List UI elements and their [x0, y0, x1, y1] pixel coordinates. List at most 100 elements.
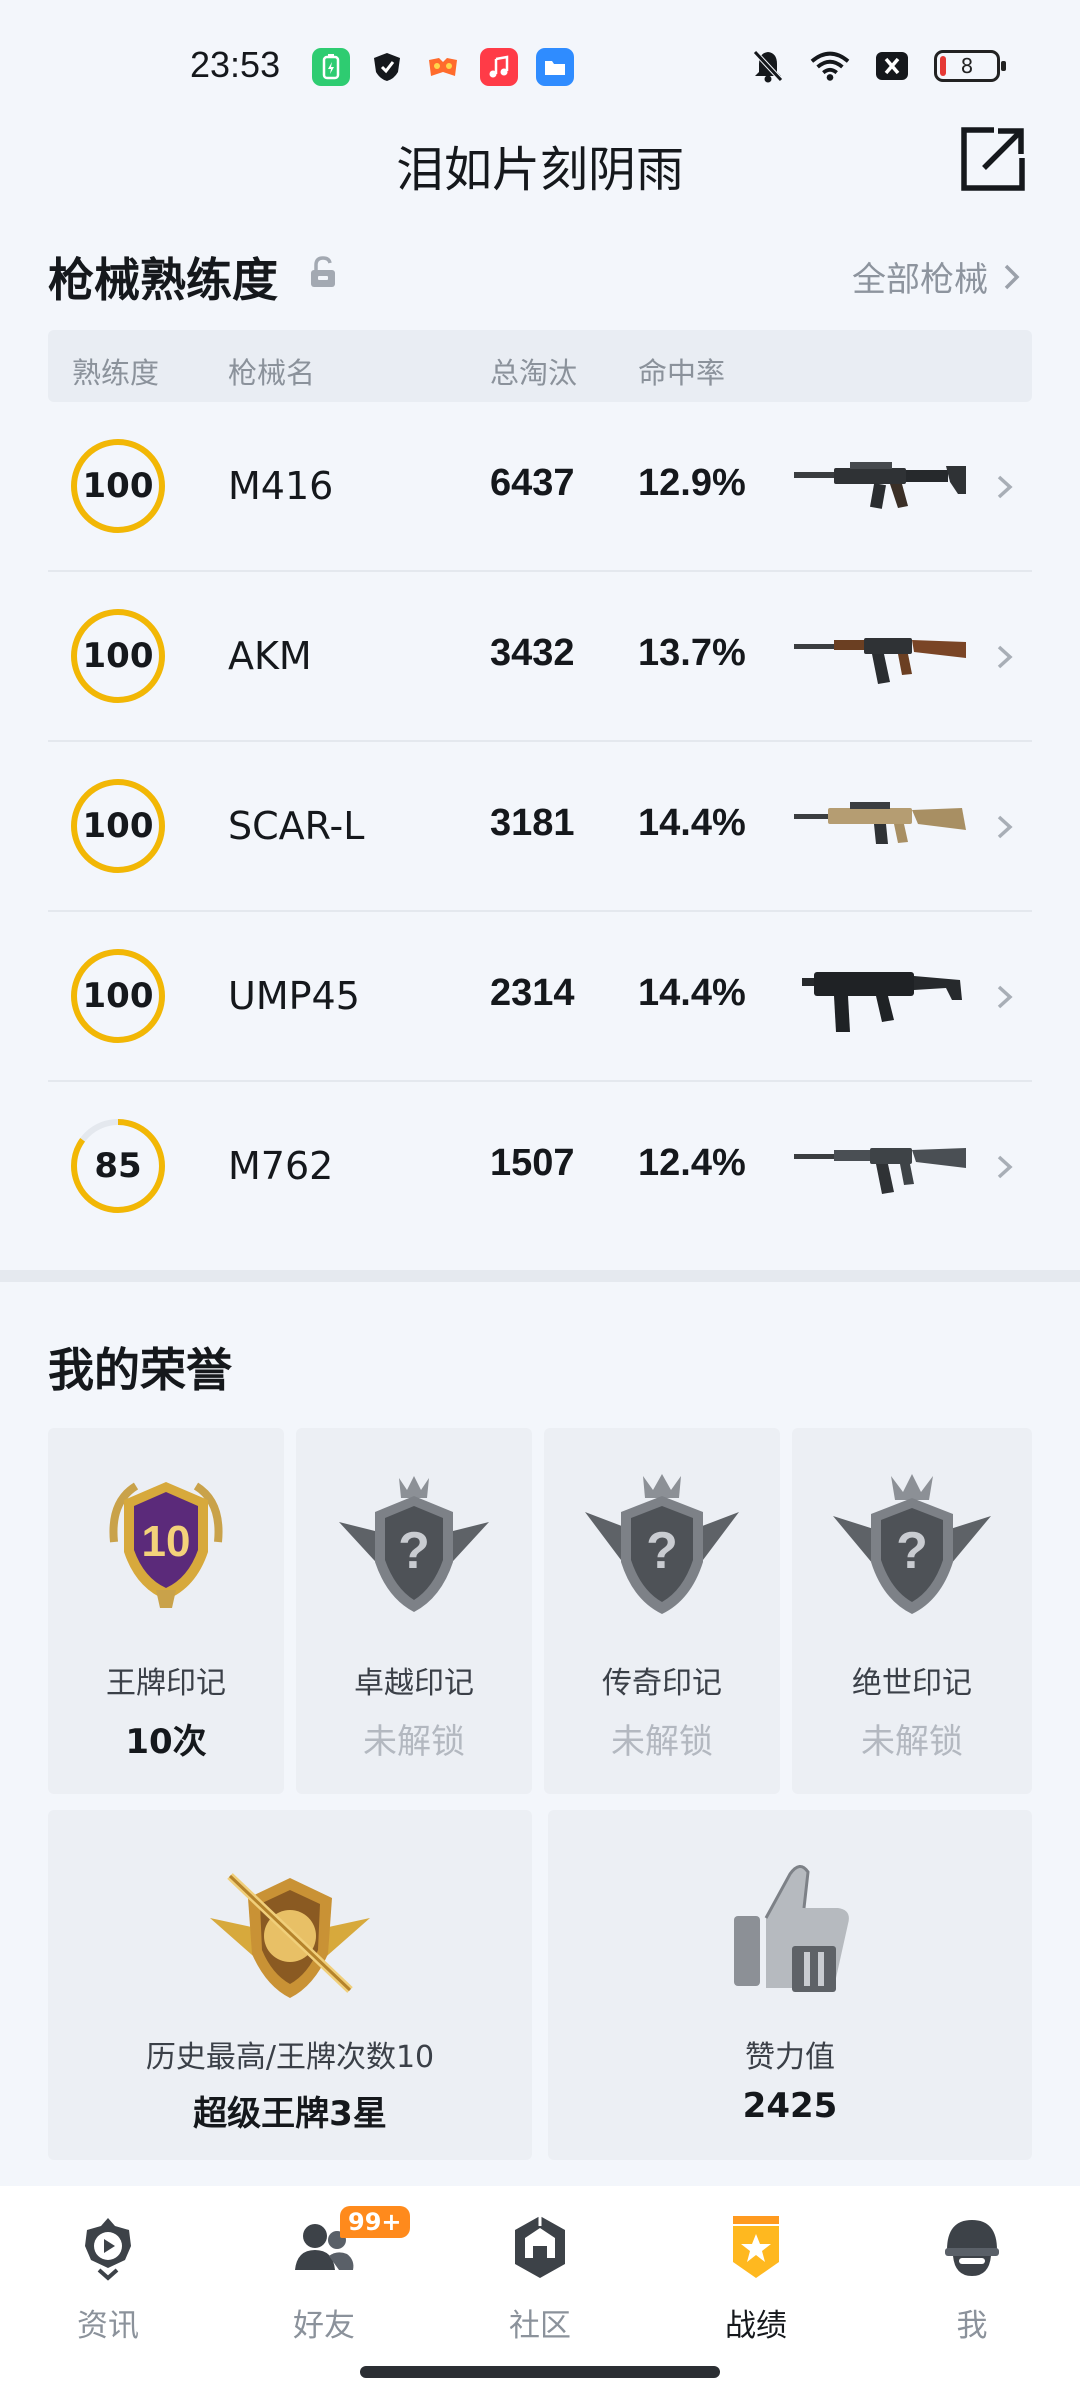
ace-mark-card[interactable]: 10 王牌印记 10次 [48, 1428, 284, 1794]
shield-icon [368, 48, 406, 86]
nav-item-friends[interactable]: 99+ 好友 [254, 2206, 410, 2362]
proficiency-value: 100 [82, 466, 154, 506]
all-weapons-link[interactable]: 全部枪械 [852, 252, 1022, 301]
home-indicator[interactable] [360, 2366, 720, 2378]
svg-text:?: ? [646, 1522, 678, 1580]
honor-label: 历史最高/王牌次数10 [145, 2040, 435, 2075]
ump45-smg-icon [802, 972, 962, 1032]
honor-label: 传奇印记 [602, 1666, 722, 1701]
weapon-name: M762 [228, 1144, 334, 1188]
honor-value: 未解锁 [611, 1722, 713, 1762]
proficiency-value: 100 [82, 976, 154, 1016]
nav-item-community[interactable]: 社区 [470, 2212, 610, 2362]
ace-mark-number: 10 [142, 1517, 191, 1566]
chevron-right-icon [997, 815, 1013, 839]
thumbs-up-icon [734, 1865, 849, 1992]
weapon-name: SCAR-L [228, 804, 365, 848]
weapon-name: UMP45 [228, 974, 360, 1018]
section-divider [0, 1270, 1080, 1282]
akm-rifle-icon [794, 638, 966, 684]
chevron-right-icon [1004, 264, 1020, 289]
nav-label: 资讯 [77, 2308, 139, 2344]
honor-label: 王牌印记 [106, 1666, 226, 1701]
weapon-hit-rate: 14.4% [638, 972, 746, 1014]
nav-item-news[interactable]: 资讯 [38, 2212, 178, 2362]
weapon-row[interactable]: 100 UMP45 2314 14.4% [48, 912, 1032, 1082]
weapon-row[interactable]: 100 M416 6437 12.9% [48, 402, 1032, 572]
weapon-kills: 3181 [490, 802, 575, 844]
svg-text:?: ? [398, 1522, 430, 1580]
weapon-hit-rate: 13.7% [638, 632, 746, 674]
table-header: 熟练度 枪械名 总淘汰 命中率 [48, 330, 1032, 402]
battery-indicator: 8 [934, 50, 1006, 82]
file-manager-icon [536, 48, 574, 86]
nav-label: 战绩 [725, 2308, 787, 2344]
weapon-hit-rate: 14.4% [638, 802, 746, 844]
nav-label: 社区 [509, 2308, 571, 2344]
unlock-icon[interactable] [308, 255, 338, 289]
honor-label: 卓越印记 [354, 1666, 474, 1701]
proficiency-value: 100 [82, 636, 154, 676]
nav-item-record[interactable]: 战绩 [686, 2212, 826, 2362]
news-icon [85, 2218, 131, 2281]
header: 泪如片刻阴雨 [0, 120, 1080, 230]
weapon-hit-rate: 12.4% [638, 1142, 746, 1184]
section-title: 枪械熟练度 [48, 253, 278, 307]
m762-rifle-icon [794, 1148, 966, 1194]
chevron-right-icon [997, 475, 1013, 499]
profile-icon [945, 2220, 999, 2276]
weapon-row[interactable]: 100 AKM 3432 13.7% [48, 572, 1032, 742]
weapon-kills: 3432 [490, 632, 575, 674]
honor-label: 绝世印记 [852, 1666, 972, 1701]
game-icon [424, 48, 462, 86]
chevron-right-icon [997, 985, 1013, 1009]
honor-value: 10次 [125, 1722, 207, 1762]
weapon-row[interactable]: 85 M762 1507 12.4% [48, 1082, 1032, 1252]
weapon-name: M416 [228, 464, 334, 508]
nav-item-profile[interactable]: 我 [902, 2212, 1042, 2362]
honor-label: 赞力值 [745, 2040, 835, 2075]
column-kills: 总淘汰 [490, 356, 578, 390]
close-box-icon [872, 46, 912, 86]
legendary-mark-card[interactable]: ? 传奇印记 未解锁 [544, 1428, 780, 1794]
weapon-kills: 1507 [490, 1142, 575, 1184]
record-icon [733, 2216, 779, 2278]
column-weapon-name: 枪械名 [228, 356, 316, 390]
all-weapons-label: 全部枪械 [852, 260, 988, 300]
weapon-kills: 2314 [490, 972, 575, 1014]
share-button[interactable] [958, 124, 1028, 194]
honor-value: 未解锁 [861, 1722, 963, 1762]
column-proficiency: 熟练度 [72, 356, 160, 390]
column-hit-rate: 命中率 [638, 356, 726, 390]
weapon-row[interactable]: 100 SCAR-L 3181 14.4% [48, 742, 1032, 912]
status-bar: 23:53 8 [0, 0, 1080, 130]
peerless-mark-card[interactable]: ? 绝世印记 未解锁 [792, 1428, 1032, 1794]
community-icon [515, 2216, 565, 2278]
mute-icon [748, 46, 788, 86]
weapon-kills: 6437 [490, 462, 575, 504]
best-rank-card[interactable]: 历史最高/王牌次数10 超级王牌3星 [48, 1810, 532, 2160]
m416-rifle-icon [794, 462, 966, 509]
likes-card[interactable]: 赞力值 2425 [548, 1810, 1032, 2160]
svg-text:?: ? [896, 1522, 928, 1580]
nav-label: 好友 [293, 2308, 355, 2344]
locked-mark-badge-icon: ? [585, 1474, 739, 1614]
honor-value: 2425 [742, 2086, 838, 2126]
scar-l-rifle-icon [794, 802, 966, 844]
battery-level: 8 [960, 54, 974, 78]
page-title: 泪如片刻阴雨 [395, 142, 684, 198]
proficiency-value: 100 [82, 806, 154, 846]
locked-mark-badge-icon: ? [339, 1476, 489, 1612]
status-time: 23:53 [190, 44, 281, 85]
weapon-hit-rate: 12.9% [638, 462, 746, 504]
excellence-mark-card[interactable]: ? 卓越印记 未解锁 [296, 1428, 532, 1794]
music-icon [480, 48, 518, 86]
super-ace-rank-icon [210, 1873, 370, 1998]
wifi-icon [810, 46, 850, 86]
weapon-mastery-section: 枪械熟练度 全部枪械 熟练度 枪械名 总淘汰 命中率 100 M416 6437… [0, 230, 1080, 1270]
chevron-right-icon [997, 645, 1013, 669]
ace-mark-badge-icon: 10 [109, 1482, 223, 1608]
external-link-icon [961, 127, 1025, 191]
proficiency-value: 85 [94, 1146, 142, 1186]
chevron-right-icon [997, 1155, 1013, 1179]
